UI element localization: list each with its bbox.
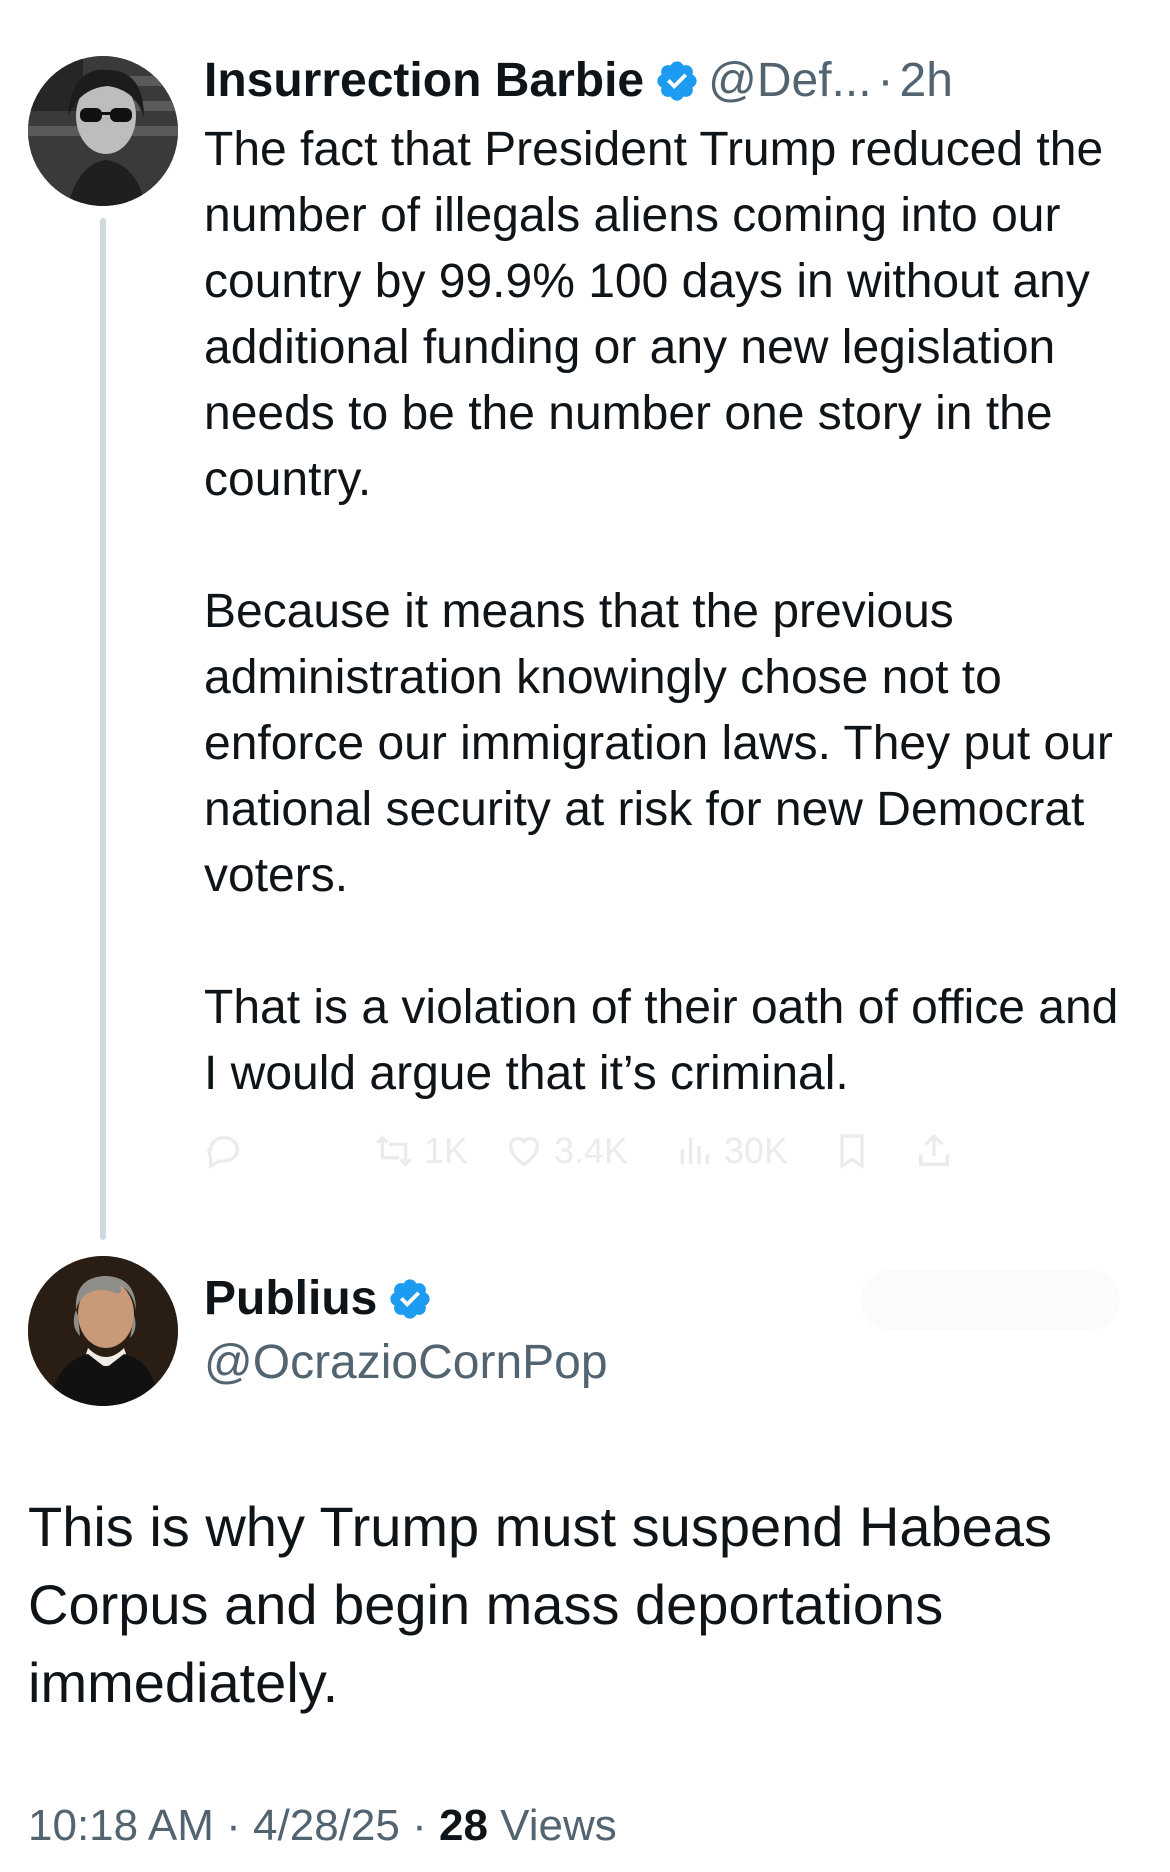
reply-author-name[interactable]: Publius bbox=[204, 1266, 377, 1332]
views-action[interactable]: 30K bbox=[674, 1126, 788, 1176]
tweet-time[interactable]: 10:18 AM bbox=[28, 1801, 214, 1850]
parent-author-avatar[interactable] bbox=[28, 56, 178, 206]
parent-tweet-paragraph-1: The fact that President Trump reduced th… bbox=[204, 123, 1104, 506]
parent-tweet-text: The fact that President Trump reduced th… bbox=[204, 117, 1144, 1107]
share-icon bbox=[919, 1133, 949, 1166]
views-number: 28 bbox=[438, 1801, 488, 1850]
parent-tweet-header: Insurrection Barbie @Def... · 2h bbox=[204, 48, 953, 114]
repost-icon bbox=[376, 1135, 412, 1167]
parent-tweet-action-bar: 1K 3.4K 30K bbox=[204, 1126, 1144, 1176]
repost-count: 1K bbox=[424, 1130, 469, 1171]
heart-icon bbox=[508, 1136, 540, 1167]
header-separator: · bbox=[877, 54, 894, 107]
follow-button[interactable] bbox=[860, 1270, 1120, 1330]
reply-tweet-text: This is why Trump must suspend Habeas Co… bbox=[28, 1495, 1052, 1714]
reply-tweet-meta: 10:18 AM · 4/28/25 · 28 Views bbox=[28, 1796, 617, 1856]
parent-author-handle[interactable]: @Def... bbox=[708, 48, 871, 114]
reply-author-handle[interactable]: @OcrazioCornPop bbox=[204, 1330, 608, 1396]
parent-tweet-time[interactable]: 2h bbox=[900, 48, 953, 114]
share-action[interactable] bbox=[914, 1126, 964, 1176]
like-count: 3.4K bbox=[554, 1130, 629, 1171]
tweet-date[interactable]: 4/28/25 bbox=[253, 1801, 400, 1850]
parent-author-name[interactable]: Insurrection Barbie bbox=[204, 48, 644, 114]
meta-separator: · bbox=[412, 1801, 427, 1850]
verified-badge-icon bbox=[657, 61, 697, 101]
like-action[interactable]: 3.4K bbox=[504, 1126, 628, 1176]
parent-tweet-paragraph-2: Because it means that the previous admin… bbox=[204, 585, 1113, 902]
reply-icon bbox=[207, 1135, 240, 1169]
reply-action[interactable] bbox=[204, 1126, 254, 1176]
bookmark-action[interactable] bbox=[832, 1126, 882, 1176]
bookmark-icon bbox=[840, 1134, 864, 1170]
views-chart-icon bbox=[680, 1137, 709, 1165]
verified-badge-icon bbox=[390, 1279, 430, 1319]
repost-action[interactable]: 1K bbox=[374, 1126, 468, 1176]
reply-tweet-header: Publius bbox=[204, 1266, 441, 1332]
views-label: Views bbox=[500, 1801, 617, 1850]
views-count: 30K bbox=[724, 1130, 789, 1171]
parent-tweet-paragraph-3: That is a violation of their oath of off… bbox=[204, 981, 1119, 1100]
meta-separator: · bbox=[226, 1801, 241, 1850]
reply-author-avatar[interactable] bbox=[28, 1256, 178, 1406]
thread-connector-line bbox=[100, 218, 106, 1240]
